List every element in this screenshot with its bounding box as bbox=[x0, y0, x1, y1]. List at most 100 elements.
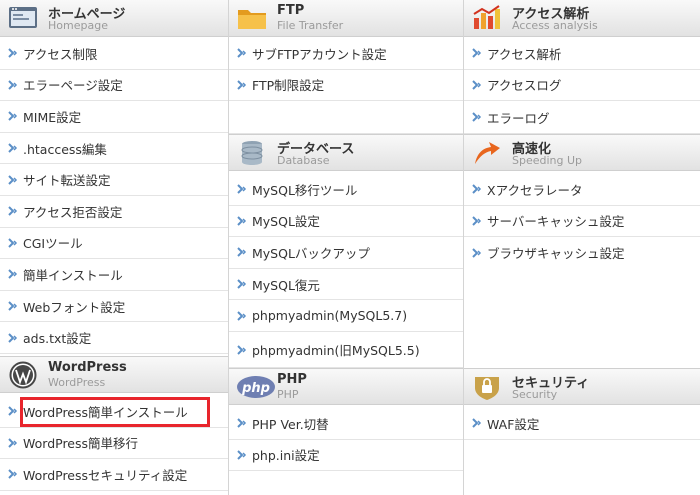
menu-item-label: php.ini設定 bbox=[252, 448, 320, 464]
menu-item-sub-ftp-account[interactable]: サブFTPアカウント設定 bbox=[229, 38, 463, 70]
arrow-icon bbox=[8, 469, 18, 480]
menu-item-label: MIME設定 bbox=[23, 109, 82, 125]
menu-item-label: MySQL復元 bbox=[252, 277, 320, 293]
menu-item-label: MySQLバックアップ bbox=[252, 245, 370, 261]
menu-item-label: WordPressセキュリティ設定 bbox=[23, 467, 188, 483]
arrow-icon bbox=[237, 279, 247, 289]
menu-item-mysql-restore[interactable]: MySQL復元 bbox=[229, 269, 463, 301]
arrow-icon bbox=[472, 80, 482, 90]
menu-item-label: MySQL設定 bbox=[252, 214, 320, 230]
menu-item-ads-txt[interactable]: ads.txt設定 bbox=[0, 322, 228, 354]
section-header-homepage: ホームページ Homepage bbox=[0, 0, 228, 37]
menu-item-label: WordPress簡単移行 bbox=[23, 436, 139, 452]
arrow-icon bbox=[472, 418, 482, 429]
menu-item-phpmyadmin-57[interactable]: phpmyadmin(MySQL5.7) bbox=[229, 300, 463, 332]
menu-item-label: WordPress簡単インストール bbox=[23, 404, 188, 420]
arrow-icon bbox=[8, 269, 18, 280]
menu-item-label: ブラウザキャッシュ設定 bbox=[487, 246, 625, 262]
menu-item-error-log[interactable]: エラーログ bbox=[464, 101, 700, 135]
arrow-icon bbox=[237, 310, 247, 321]
menu-item-site-redirect[interactable]: サイト転送設定 bbox=[0, 164, 228, 196]
arrow-icon bbox=[237, 216, 247, 226]
menu-item-php-ini[interactable]: php.ini設定 bbox=[229, 440, 463, 472]
menu-item-wordpress-security[interactable]: WordPressセキュリティ設定 bbox=[0, 459, 228, 491]
arrow-icon bbox=[8, 406, 18, 417]
menu-item-label: 簡単インストール bbox=[23, 267, 123, 283]
folder-icon bbox=[238, 10, 266, 29]
arrow-icon bbox=[8, 48, 18, 59]
menu-item-phpmyadmin-55[interactable]: phpmyadmin(旧MySQL5.5) bbox=[229, 332, 463, 368]
column-ftp-database-php: FTP File Transfer サブFTPアカウント設定 FTP制限設定 デ… bbox=[229, 0, 464, 495]
svg-text:php: php bbox=[241, 381, 270, 396]
section-subtitle: Access analysis bbox=[512, 19, 598, 32]
wordpress-icon bbox=[9, 361, 37, 389]
menu-item-label: PHP Ver.切替 bbox=[252, 416, 329, 432]
arrow-icon bbox=[237, 80, 247, 90]
section-header-php: php PHP PHP bbox=[229, 368, 463, 405]
section-subtitle: WordPress bbox=[48, 376, 106, 389]
menu-item-server-cache[interactable]: サーバーキャッシュ設定 bbox=[464, 206, 700, 238]
section-header-database: データベース Database bbox=[229, 134, 463, 171]
menu-item-label: CGIツール bbox=[23, 236, 83, 252]
section-subtitle: Homepage bbox=[48, 19, 108, 32]
section-header-security: セキュリティ Security bbox=[464, 368, 700, 405]
arrow-icon bbox=[8, 332, 18, 343]
arrow-icon bbox=[472, 184, 482, 195]
arrow-icon bbox=[472, 48, 482, 59]
section-title: FTP bbox=[277, 3, 305, 18]
arrow-icon bbox=[237, 344, 247, 355]
menu-item-mysql-settings[interactable]: MySQL設定 bbox=[229, 206, 463, 238]
arrow-icon bbox=[8, 143, 18, 153]
arrow-icon bbox=[237, 418, 247, 429]
menu-item-x-accelerator[interactable]: Xアクセラレータ bbox=[464, 174, 700, 206]
menu-item-easy-install[interactable]: 簡単インストール bbox=[0, 259, 228, 291]
arrow-icon bbox=[8, 174, 18, 185]
menu-item-label: アクセス解析 bbox=[487, 46, 562, 62]
section-header-wordpress: WordPress WordPress bbox=[0, 356, 228, 393]
menu-item-htaccess[interactable]: .htaccess編集 bbox=[0, 133, 228, 165]
menu-item-mysql-backup[interactable]: MySQLバックアップ bbox=[229, 237, 463, 269]
menu-item-access-analysis[interactable]: アクセス解析 bbox=[464, 38, 700, 70]
menu-item-label: .htaccess編集 bbox=[23, 141, 107, 157]
menu-item-mime[interactable]: MIME設定 bbox=[0, 101, 228, 133]
menu-item-label: Webフォント設定 bbox=[23, 299, 126, 315]
menu-item-ftp-restriction[interactable]: FTP制限設定 bbox=[229, 70, 463, 102]
arrow-icon bbox=[237, 184, 247, 195]
section-title: WordPress bbox=[48, 360, 127, 375]
menu-item-label: アクセス制限 bbox=[23, 46, 98, 62]
menu-item-wordpress-easy-install[interactable]: WordPress簡単インストール bbox=[0, 396, 228, 428]
menu-item-waf[interactable]: WAF設定 bbox=[464, 408, 700, 440]
section-subtitle: Security bbox=[512, 388, 558, 401]
menu-item-label: phpmyadmin(MySQL5.7) bbox=[252, 308, 408, 324]
menu-item-access-log[interactable]: アクセスログ bbox=[464, 70, 700, 102]
menu-item-browser-cache[interactable]: ブラウザキャッシュ設定 bbox=[464, 237, 700, 269]
column-analysis-speed-security: アクセス解析 Access analysis アクセス解析 アクセスログ エラー… bbox=[464, 0, 700, 495]
menu-item-php-version[interactable]: PHP Ver.切替 bbox=[229, 408, 463, 440]
homepage-icon bbox=[9, 7, 37, 28]
arrow-icon bbox=[472, 248, 482, 258]
security-lock-icon bbox=[475, 377, 499, 400]
section-header-access-analysis: アクセス解析 Access analysis bbox=[464, 0, 700, 37]
section-header-speeding-up: 高速化 Speeding Up bbox=[464, 134, 700, 171]
php-icon: php bbox=[237, 376, 275, 398]
menu-item-label: FTP制限設定 bbox=[252, 78, 325, 94]
menu-item-error-page[interactable]: エラーページ設定 bbox=[0, 70, 228, 102]
menu-item-web-font[interactable]: Webフォント設定 bbox=[0, 291, 228, 323]
arrow-icon bbox=[237, 48, 247, 59]
menu-item-cgi-tool[interactable]: CGIツール bbox=[0, 228, 228, 260]
arrow-icon bbox=[472, 112, 482, 122]
menu-item-label: エラーログ bbox=[487, 110, 550, 126]
menu-item-wordpress-migration[interactable]: WordPress簡単移行 bbox=[0, 428, 228, 460]
section-subtitle: File Transfer bbox=[277, 19, 344, 32]
arrow-icon bbox=[8, 301, 18, 311]
arrow-icon bbox=[8, 111, 18, 122]
empty-row bbox=[229, 101, 463, 135]
menu-item-access-restriction[interactable]: アクセス制限 bbox=[0, 38, 228, 70]
arrow-icon bbox=[8, 238, 18, 248]
menu-item-mysql-migration[interactable]: MySQL移行ツール bbox=[229, 174, 463, 206]
menu-item-label: サブFTPアカウント設定 bbox=[252, 46, 387, 62]
menu-item-access-deny[interactable]: アクセス拒否設定 bbox=[0, 196, 228, 228]
menu-item-label: サーバーキャッシュ設定 bbox=[487, 214, 625, 230]
menu-item-label: エラーページ設定 bbox=[23, 78, 123, 94]
arrow-icon bbox=[472, 216, 482, 226]
